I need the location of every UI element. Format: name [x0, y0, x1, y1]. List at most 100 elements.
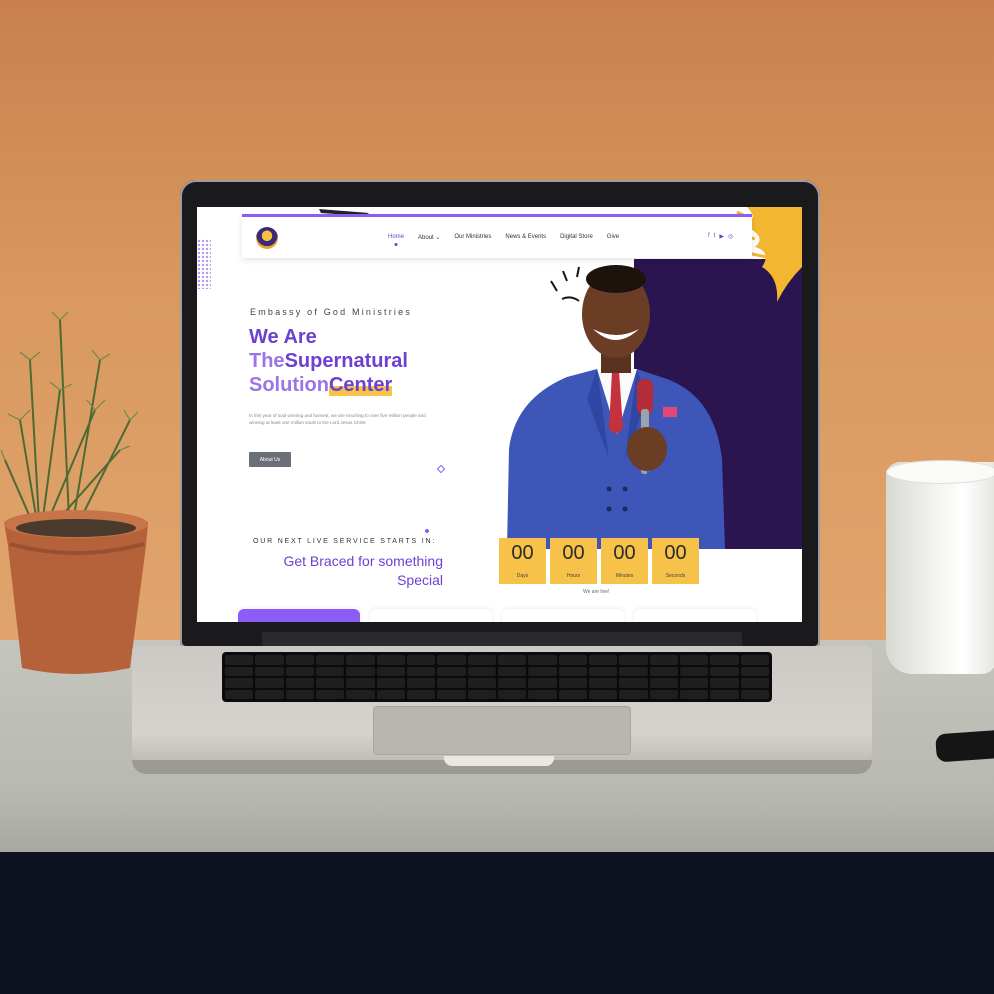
keyboard-key[interactable]	[680, 689, 709, 699]
keyboard-key[interactable]	[407, 655, 436, 665]
countdown-value: 00	[562, 542, 585, 564]
keyboard-key[interactable]	[619, 678, 648, 688]
keyboard-key[interactable]	[316, 655, 345, 665]
keyboard-key[interactable]	[558, 655, 587, 665]
keyboard-key[interactable]	[376, 666, 405, 676]
keyboard-key[interactable]	[649, 655, 678, 665]
keyboard-key[interactable]	[285, 689, 314, 699]
hero-title-line-2: TheSupernatural	[249, 349, 408, 373]
countdown-days: 00 Days	[499, 538, 546, 584]
twitter-icon[interactable]: t	[714, 233, 716, 240]
keyboard-key[interactable]	[285, 666, 314, 676]
keyboard-key[interactable]	[225, 655, 254, 665]
feature-card[interactable]	[502, 609, 624, 622]
keyboard-key[interactable]	[498, 678, 527, 688]
keyboard-key[interactable]	[680, 678, 709, 688]
keyboard-key[interactable]	[649, 689, 678, 699]
keyboard-key[interactable]	[589, 666, 618, 676]
keyboard-key[interactable]	[619, 689, 648, 699]
nav-item-give[interactable]: Give	[607, 234, 619, 241]
keyboard-key[interactable]	[498, 666, 527, 676]
keyboard-key[interactable]	[346, 666, 375, 676]
keyboard-key[interactable]	[710, 678, 739, 688]
keyboard-key[interactable]	[528, 655, 557, 665]
keyboard-key[interactable]	[407, 689, 436, 699]
keyboard-key[interactable]	[528, 666, 557, 676]
keyboard-key[interactable]	[225, 689, 254, 699]
keyboard-key[interactable]	[498, 689, 527, 699]
keyboard-key[interactable]	[346, 678, 375, 688]
keyboard-key[interactable]	[437, 678, 466, 688]
keyboard-key[interactable]	[225, 678, 254, 688]
keyboard-key[interactable]	[316, 689, 345, 699]
feature-card[interactable]	[370, 609, 492, 622]
keyboard-key[interactable]	[285, 655, 314, 665]
keyboard-key[interactable]	[285, 678, 314, 688]
keyboard-key[interactable]	[437, 666, 466, 676]
keyboard-key[interactable]	[649, 678, 678, 688]
keyboard-key[interactable]	[346, 689, 375, 699]
keyboard-key[interactable]	[740, 689, 769, 699]
coffee-mug	[886, 462, 994, 674]
feature-card[interactable]	[634, 609, 756, 622]
about-us-button[interactable]: About Us	[249, 452, 291, 467]
service-heading: Get Braced for something Special	[249, 552, 443, 590]
keyboard-key[interactable]	[558, 666, 587, 676]
keyboard-key[interactable]	[437, 689, 466, 699]
nav-item-digital-store[interactable]: Digital Store	[560, 234, 593, 241]
keyboard-key[interactable]	[376, 689, 405, 699]
keyboard-key[interactable]	[619, 666, 648, 676]
facebook-icon[interactable]: f	[708, 233, 710, 240]
keyboard-key[interactable]	[558, 678, 587, 688]
keyboard-key[interactable]	[498, 655, 527, 665]
keyboard-key[interactable]	[710, 689, 739, 699]
keyboard-key[interactable]	[740, 655, 769, 665]
main-menu: Home About ⌄ Our Ministries News & Event…	[388, 234, 619, 241]
keyboard-key[interactable]	[649, 666, 678, 676]
keyboard-key[interactable]	[680, 655, 709, 665]
keyboard-key[interactable]	[467, 666, 496, 676]
keyboard-key[interactable]	[589, 689, 618, 699]
countdown-label: Minutes	[615, 573, 634, 579]
keyboard-key[interactable]	[255, 666, 284, 676]
nav-item-home[interactable]: Home	[388, 234, 404, 241]
keyboard-key[interactable]	[467, 678, 496, 688]
keyboard-key[interactable]	[619, 655, 648, 665]
keyboard-key[interactable]	[407, 678, 436, 688]
youtube-icon[interactable]: ▶	[719, 233, 724, 240]
keyboard-key[interactable]	[467, 655, 496, 665]
keyboard-key[interactable]	[437, 655, 466, 665]
nav-item-news-events[interactable]: News & Events	[505, 234, 546, 241]
keyboard-key[interactable]	[316, 666, 345, 676]
hero-title: We Are TheSupernatural SolutionCenter	[249, 325, 408, 397]
laptop-trackpad[interactable]	[373, 706, 631, 755]
keyboard-key[interactable]	[407, 666, 436, 676]
nav-item-about[interactable]: About ⌄	[418, 234, 440, 241]
keyboard-key[interactable]	[255, 678, 284, 688]
keyboard-key[interactable]	[346, 655, 375, 665]
keyboard-key[interactable]	[589, 678, 618, 688]
keyboard-key[interactable]	[255, 689, 284, 699]
keyboard-key[interactable]	[316, 678, 345, 688]
countdown-value: 00	[664, 542, 687, 564]
keyboard-key[interactable]	[376, 655, 405, 665]
keyboard-key[interactable]	[255, 655, 284, 665]
keyboard-key[interactable]	[710, 655, 739, 665]
countdown-hours: 00 Hours	[550, 538, 597, 584]
keyboard-key[interactable]	[740, 666, 769, 676]
keyboard-key[interactable]	[528, 689, 557, 699]
instagram-icon[interactable]: ◎	[728, 233, 733, 240]
keyboard-key[interactable]	[740, 678, 769, 688]
feature-card[interactable]	[238, 609, 360, 622]
keyboard-key[interactable]	[589, 655, 618, 665]
keyboard-key[interactable]	[528, 678, 557, 688]
keyboard-key[interactable]	[710, 666, 739, 676]
keyboard-key[interactable]	[558, 689, 587, 699]
keyboard-key[interactable]	[225, 666, 254, 676]
keyboard-key[interactable]	[467, 689, 496, 699]
keyboard-key[interactable]	[376, 678, 405, 688]
keyboard-key[interactable]	[680, 666, 709, 676]
ministry-logo-icon[interactable]	[256, 227, 278, 249]
nav-item-our-ministries[interactable]: Our Ministries	[454, 234, 491, 241]
laptop-keyboard[interactable]	[222, 652, 772, 702]
